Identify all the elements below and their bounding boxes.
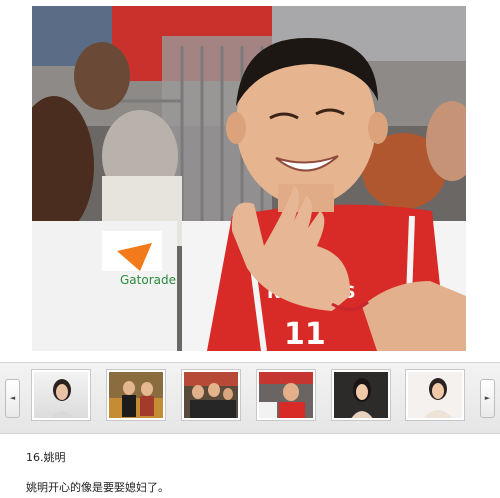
thumbnail-1[interactable] (31, 369, 91, 421)
woman-portrait-icon (49, 379, 75, 418)
arrow-left-icon: ◄ (9, 394, 16, 402)
couple-icon (109, 381, 163, 418)
group-icon (184, 372, 238, 418)
next-button[interactable]: ► (480, 379, 495, 418)
thumbnail-5[interactable] (331, 369, 391, 421)
photo-illustration: Gatorade ROCKETS 11 (32, 6, 466, 351)
photo-viewer: Gatorade ROCKETS 11 (0, 0, 500, 362)
photo-title: 16.姚明 (26, 451, 66, 464)
thumbnail-2[interactable] (106, 369, 166, 421)
thumbnail-6[interactable] (405, 369, 465, 421)
main-photo: Gatorade ROCKETS 11 (32, 6, 466, 351)
woman-dress-icon (351, 378, 373, 418)
arrow-right-icon: ► (484, 394, 491, 402)
jersey-number: 11 (284, 317, 326, 351)
caption: 16.姚明 姚明开心的像是要娶媳妇了。 (26, 449, 486, 495)
bench-logo-text: Gatorade (120, 273, 176, 287)
photo-description: 姚明开心的像是要娶媳妇了。 (26, 481, 169, 494)
basketball-player-icon (259, 372, 313, 418)
thumbnail-3[interactable] (181, 369, 241, 421)
woman-smiling-icon (423, 378, 453, 418)
thumbnail-4[interactable] (256, 369, 316, 421)
thumbnail-strip: ◄ ► (0, 362, 500, 434)
previous-button[interactable]: ◄ (5, 379, 20, 418)
